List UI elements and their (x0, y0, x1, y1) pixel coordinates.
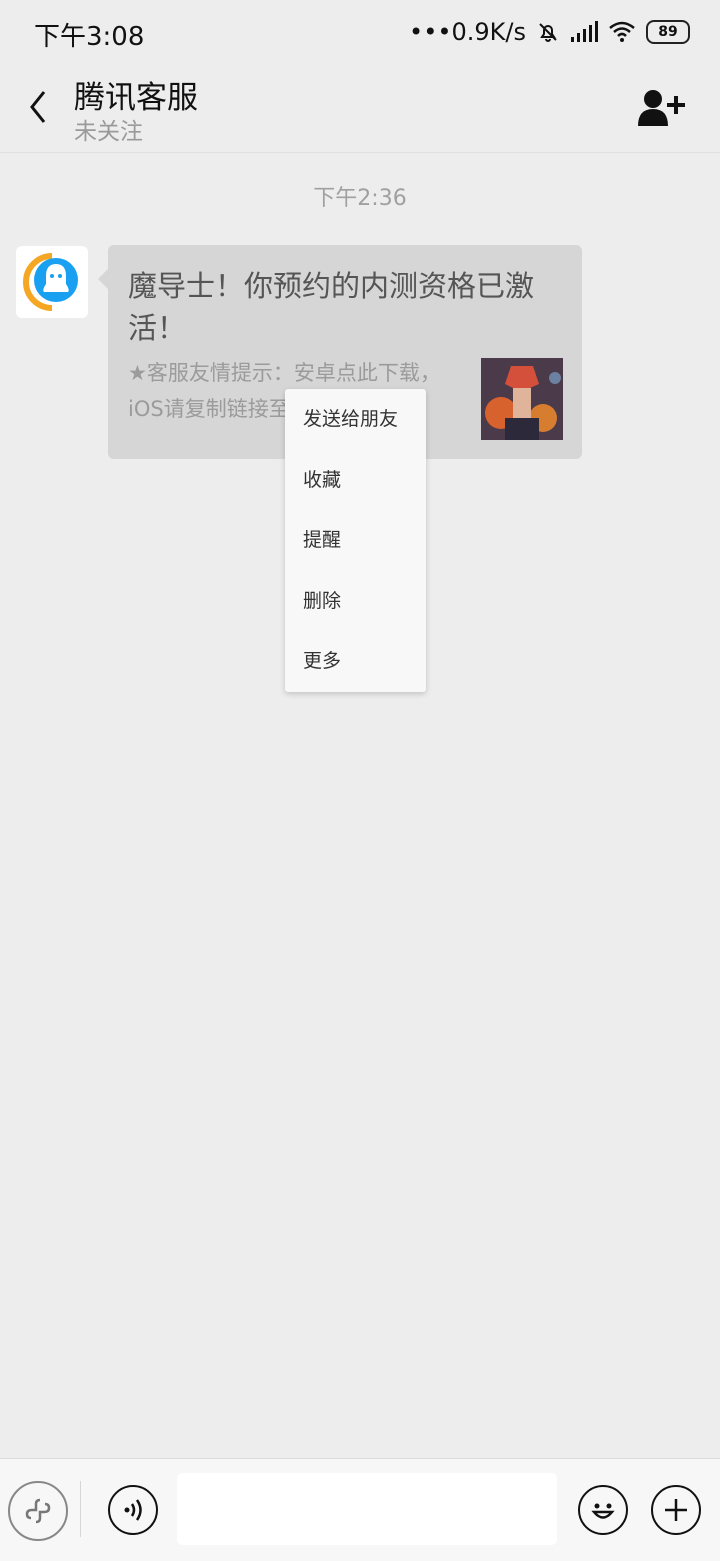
divider (80, 1481, 81, 1537)
mini-program-icon (25, 1498, 51, 1524)
battery-icon: 89 (646, 20, 690, 44)
battery-level: 89 (658, 24, 678, 40)
menu-item-remind[interactable]: 提醒 (285, 510, 426, 571)
bell-muted-icon (539, 23, 557, 42)
status-bar: 下午3:08 •••0.9K/s 89 (0, 0, 720, 64)
input-bar (0, 1458, 720, 1561)
chat-header: 腾讯客服 未关注 (0, 64, 720, 153)
add-user-icon[interactable] (636, 88, 686, 128)
network-speed: •••0.9K/s (409, 18, 526, 46)
menu-item-send-to-friend[interactable]: 发送给朋友 (285, 389, 426, 450)
avatar[interactable] (16, 246, 88, 318)
menu-item-delete[interactable]: 删除 (285, 571, 426, 632)
mini-program-button[interactable] (8, 1481, 68, 1541)
message-thumbnail (481, 358, 563, 440)
signal-icon (571, 21, 598, 42)
plus-icon (665, 1499, 687, 1521)
time-separator: 下午2:36 (313, 186, 407, 211)
message-context-menu: 发送给朋友 收藏 提醒 删除 更多 (285, 389, 426, 692)
follow-status: 未关注 (74, 119, 143, 145)
message-input[interactable] (177, 1473, 557, 1545)
status-time: 下午3:08 (34, 22, 145, 52)
voice-icon (124, 1499, 142, 1521)
emoji-button[interactable] (578, 1485, 628, 1535)
menu-item-more[interactable]: 更多 (285, 631, 426, 692)
qq-service-logo-icon (23, 253, 78, 311)
voice-button[interactable] (108, 1485, 158, 1535)
menu-item-favorite[interactable]: 收藏 (285, 450, 426, 511)
wifi-icon (609, 21, 635, 42)
more-functions-button[interactable] (651, 1485, 701, 1535)
emoji-icon (591, 1503, 615, 1519)
back-arrow-icon[interactable] (24, 86, 54, 128)
message-title: 魔导士！你预约的内测资格已激活！ (128, 269, 535, 345)
status-icons: •••0.9K/s 89 (409, 16, 690, 48)
thumbnail-image (481, 358, 563, 440)
chat-title: 腾讯客服 (74, 80, 198, 116)
